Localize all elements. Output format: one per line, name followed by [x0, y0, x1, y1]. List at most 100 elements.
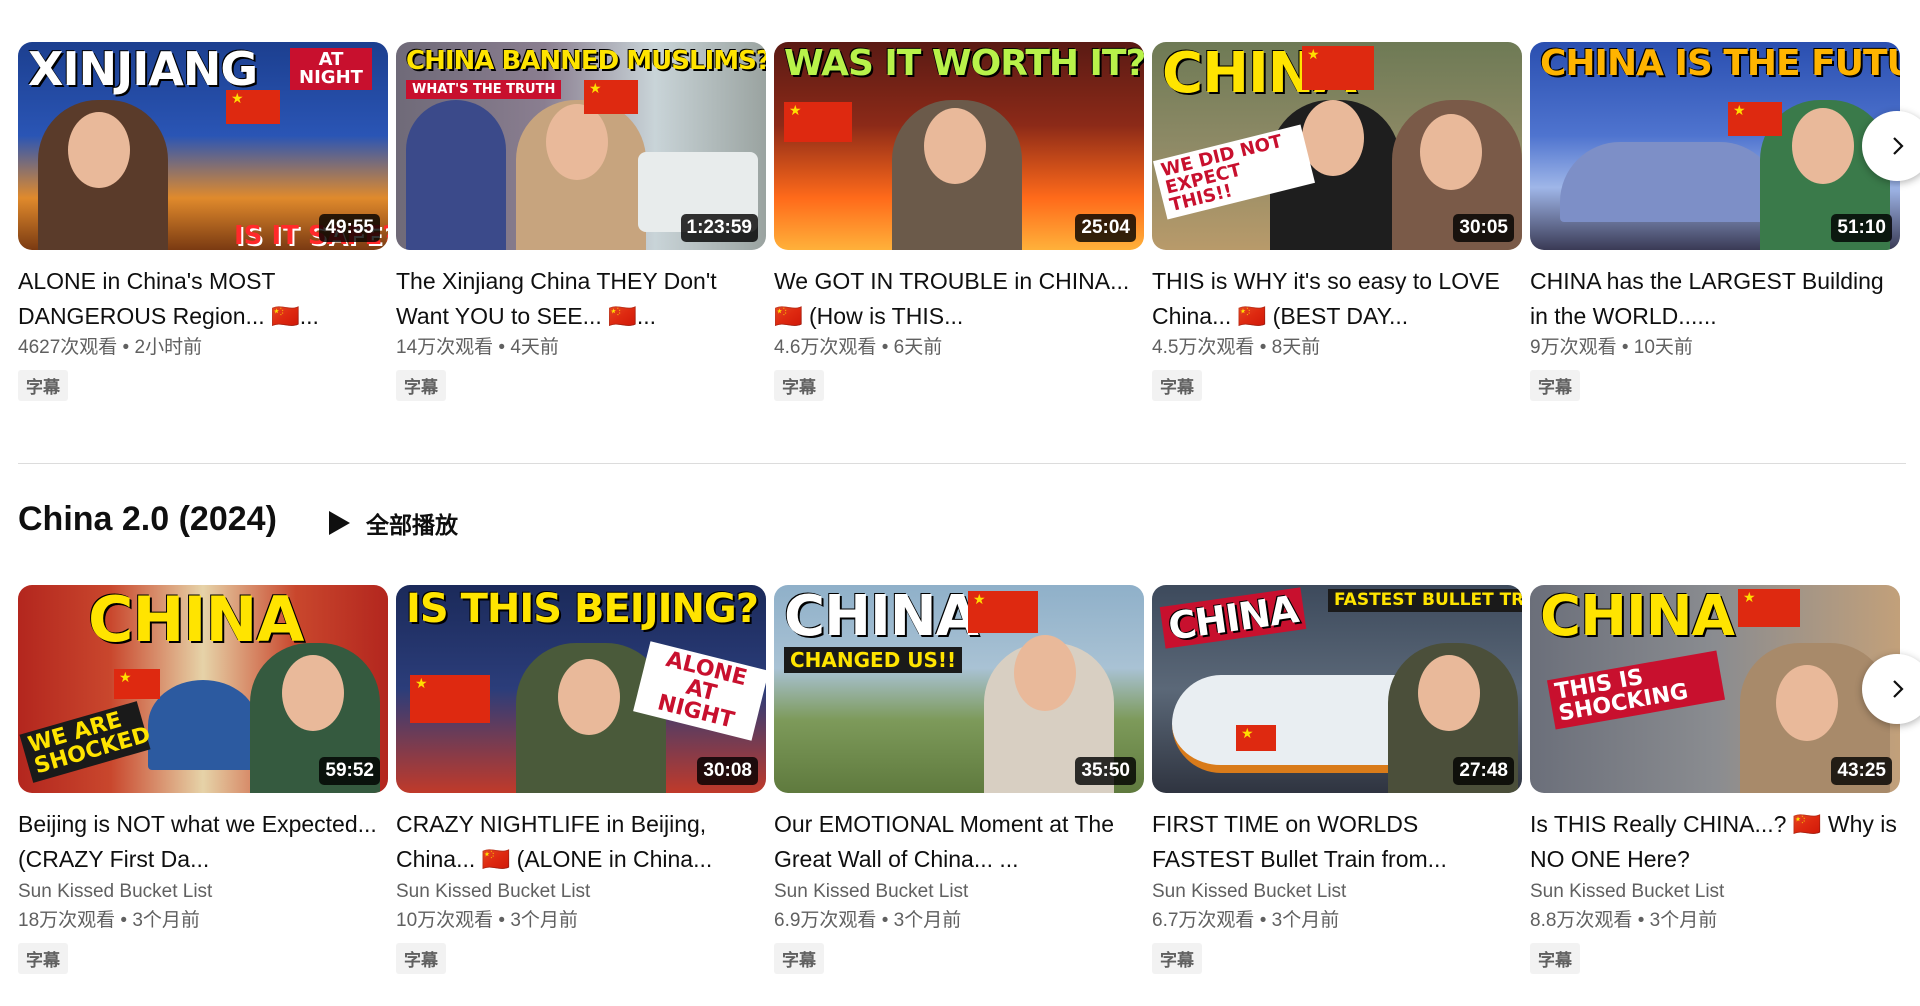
- video-meta: 14万次观看 • 4天前: [396, 337, 559, 358]
- subtitle-badge: 字幕: [18, 370, 68, 401]
- subtitle-badge: 字幕: [396, 370, 446, 401]
- temple-shape: [148, 680, 258, 770]
- thumbnail-headline: CHINA: [1540, 585, 1735, 649]
- channel-name[interactable]: Sun Kissed Bucket List: [396, 877, 766, 907]
- video-title[interactable]: FIRST TIME on WORLDS FASTEST Bullet Trai…: [1152, 807, 1522, 877]
- subtitle-badge: 字幕: [18, 943, 68, 974]
- thumbnail-subheadline: WHAT'S THE TRUTH: [406, 80, 562, 99]
- thumbnail-subheadline: CHANGED US!!: [784, 647, 963, 673]
- building-shape: [1560, 142, 1780, 222]
- video-duration: 59:52: [319, 757, 380, 785]
- view-count: 4627次观看: [18, 337, 118, 358]
- video-card[interactable]: CHINA BANNED MUSLIMS? WHAT'S THE TRUTH 1…: [396, 42, 766, 401]
- section-divider: [18, 463, 1906, 464]
- video-duration: 30:08: [697, 757, 758, 785]
- thumbnail-face: [558, 659, 620, 735]
- video-title[interactable]: Beijing is NOT what we Expected... (CRAZ…: [18, 807, 388, 877]
- subtitle-badge: 字幕: [396, 943, 446, 974]
- subtitle-badge: 字幕: [774, 370, 824, 401]
- chevron-right-icon: [1893, 137, 1904, 155]
- video-thumbnail[interactable]: CHINA WE ARE SHOCKED 59:52: [18, 585, 388, 793]
- video-duration: 30:05: [1453, 214, 1514, 242]
- thumbnail-headline: CHINA: [88, 585, 304, 656]
- upload-time: 8天前: [1271, 337, 1321, 358]
- video-title[interactable]: THIS is WHY it's so easy to LOVE China..…: [1152, 264, 1522, 334]
- china-flag-icon: [968, 591, 1038, 633]
- china-flag-icon: [1236, 725, 1276, 751]
- video-meta: 6.7万次观看 • 3个月前: [1152, 910, 1340, 931]
- thumbnail-face: [546, 104, 608, 180]
- channel-name[interactable]: Sun Kissed Bucket List: [18, 877, 388, 907]
- video-title[interactable]: The Xinjiang China THEY Don't Want YOU t…: [396, 264, 766, 334]
- thumbnail-face: [282, 655, 344, 731]
- video-thumbnail[interactable]: CHINA WE DID NOT EXPECT THIS!! 30:05: [1152, 42, 1522, 250]
- video-card[interactable]: CHINA FASTEST BULLET TRAIN 27:48 FIRST T…: [1152, 585, 1522, 974]
- video-meta: 4.5万次观看 • 8天前: [1152, 337, 1321, 358]
- video-card[interactable]: CHINA CHANGED US!! 35:50 Our EMOTIONAL M…: [774, 585, 1144, 974]
- thumbnail-person: [406, 100, 506, 250]
- thumbnail-subheadline: AT NIGHT: [290, 48, 372, 90]
- china-flag-icon: [784, 102, 852, 142]
- upload-time: 3个月前: [1271, 910, 1340, 931]
- upload-time: 2小时前: [134, 337, 203, 358]
- subtitle-badge: 字幕: [1530, 370, 1580, 401]
- thumbnail-face: [1302, 100, 1364, 176]
- video-title[interactable]: CRAZY NIGHTLIFE in Beijing, China... 🇨🇳 …: [396, 807, 766, 877]
- thumbnail-face: [1014, 635, 1076, 711]
- video-title[interactable]: Is THIS Really CHINA...? 🇨🇳 Why is NO ON…: [1530, 807, 1900, 877]
- bullet-train-shape: [1172, 675, 1402, 773]
- channel-name[interactable]: Sun Kissed Bucket List: [1530, 877, 1900, 907]
- video-card[interactable]: IS THIS BEIJING? ALONE AT NIGHT 30:08 CR…: [396, 585, 766, 974]
- china-flag-icon: [114, 669, 160, 699]
- video-card[interactable]: XINJIANG AT NIGHT IS IT SAFE? 49:55 ALON…: [18, 42, 388, 401]
- video-card[interactable]: CHINA IS THE FUTURE 51:10 CHINA has the …: [1530, 42, 1900, 401]
- video-meta: 8.8万次观看 • 3个月前: [1530, 910, 1718, 931]
- thumbnail-face: [1776, 665, 1838, 741]
- video-meta: 4627次观看 • 2小时前: [18, 337, 203, 358]
- view-count: 18万次观看: [18, 910, 116, 931]
- thumbnail-headline: CHINA BANNED MUSLIMS?: [406, 46, 766, 76]
- china-flag-icon: [584, 80, 638, 114]
- view-count: 9万次观看: [1530, 337, 1617, 358]
- video-card[interactable]: CHINA WE DID NOT EXPECT THIS!! 30:05 THI…: [1152, 42, 1522, 401]
- video-thumbnail[interactable]: XINJIANG AT NIGHT IS IT SAFE? 49:55: [18, 42, 388, 250]
- play-icon: [329, 511, 350, 535]
- video-title[interactable]: CHINA has the LARGEST Building in the WO…: [1530, 264, 1900, 334]
- video-title[interactable]: We GOT IN TROUBLE in CHINA... 🇨🇳 (How is…: [774, 264, 1144, 334]
- channel-name[interactable]: Sun Kissed Bucket List: [774, 877, 1144, 907]
- view-count: 4.5万次观看: [1152, 337, 1255, 358]
- video-thumbnail[interactable]: IS THIS BEIJING? ALONE AT NIGHT 30:08: [396, 585, 766, 793]
- video-thumbnail[interactable]: CHINA IS THE FUTURE 51:10: [1530, 42, 1900, 250]
- thumbnail-face: [1792, 108, 1854, 184]
- video-thumbnail[interactable]: WAS IT WORTH IT? 25:04: [774, 42, 1144, 250]
- thumbnail-subheadline: FASTEST BULLET TRAIN: [1328, 589, 1522, 612]
- video-duration: 51:10: [1831, 214, 1892, 242]
- upload-time: 3个月前: [1649, 910, 1718, 931]
- upload-time: 3个月前: [510, 910, 578, 931]
- view-count: 8.8万次观看: [1530, 910, 1633, 931]
- upload-time: 6天前: [893, 337, 943, 358]
- thumbnail-headline: CHINA IS THE FUTURE: [1540, 43, 1900, 84]
- chevron-right-icon: [1893, 680, 1904, 698]
- view-count: 6.9万次观看: [774, 910, 877, 931]
- video-thumbnail[interactable]: CHINA CHANGED US!! 35:50: [774, 585, 1144, 793]
- playlist-title[interactable]: China 2.0 (2024): [18, 500, 277, 539]
- subtitle-badge: 字幕: [1152, 943, 1202, 974]
- video-card[interactable]: CHINA WE ARE SHOCKED 59:52 Beijing is NO…: [18, 585, 388, 974]
- video-title[interactable]: ALONE in China's MOST DANGEROUS Region..…: [18, 264, 388, 334]
- upload-time: 10天前: [1633, 337, 1693, 358]
- thumbnail-face: [924, 108, 986, 184]
- channel-name[interactable]: Sun Kissed Bucket List: [1152, 877, 1522, 907]
- thumbnail-headline: WAS IT WORTH IT?: [784, 43, 1144, 84]
- play-all-button[interactable]: 全部播放: [318, 500, 466, 546]
- video-thumbnail[interactable]: CHINA FASTEST BULLET TRAIN 27:48: [1152, 585, 1522, 793]
- video-thumbnail[interactable]: CHINA THIS IS SHOCKING 43:25: [1530, 585, 1900, 793]
- thumbnail-headline: XINJIANG: [28, 42, 258, 96]
- video-duration: 49:55: [319, 214, 380, 242]
- video-card[interactable]: WAS IT WORTH IT? 25:04 We GOT IN TROUBLE…: [774, 42, 1144, 401]
- video-title[interactable]: Our EMOTIONAL Moment at The Great Wall o…: [774, 807, 1144, 877]
- view-count: 14万次观看: [396, 337, 494, 358]
- china-flag-icon: [226, 90, 280, 124]
- video-card[interactable]: CHINA THIS IS SHOCKING 43:25 Is THIS Rea…: [1530, 585, 1900, 974]
- video-thumbnail[interactable]: CHINA BANNED MUSLIMS? WHAT'S THE TRUTH 1…: [396, 42, 766, 250]
